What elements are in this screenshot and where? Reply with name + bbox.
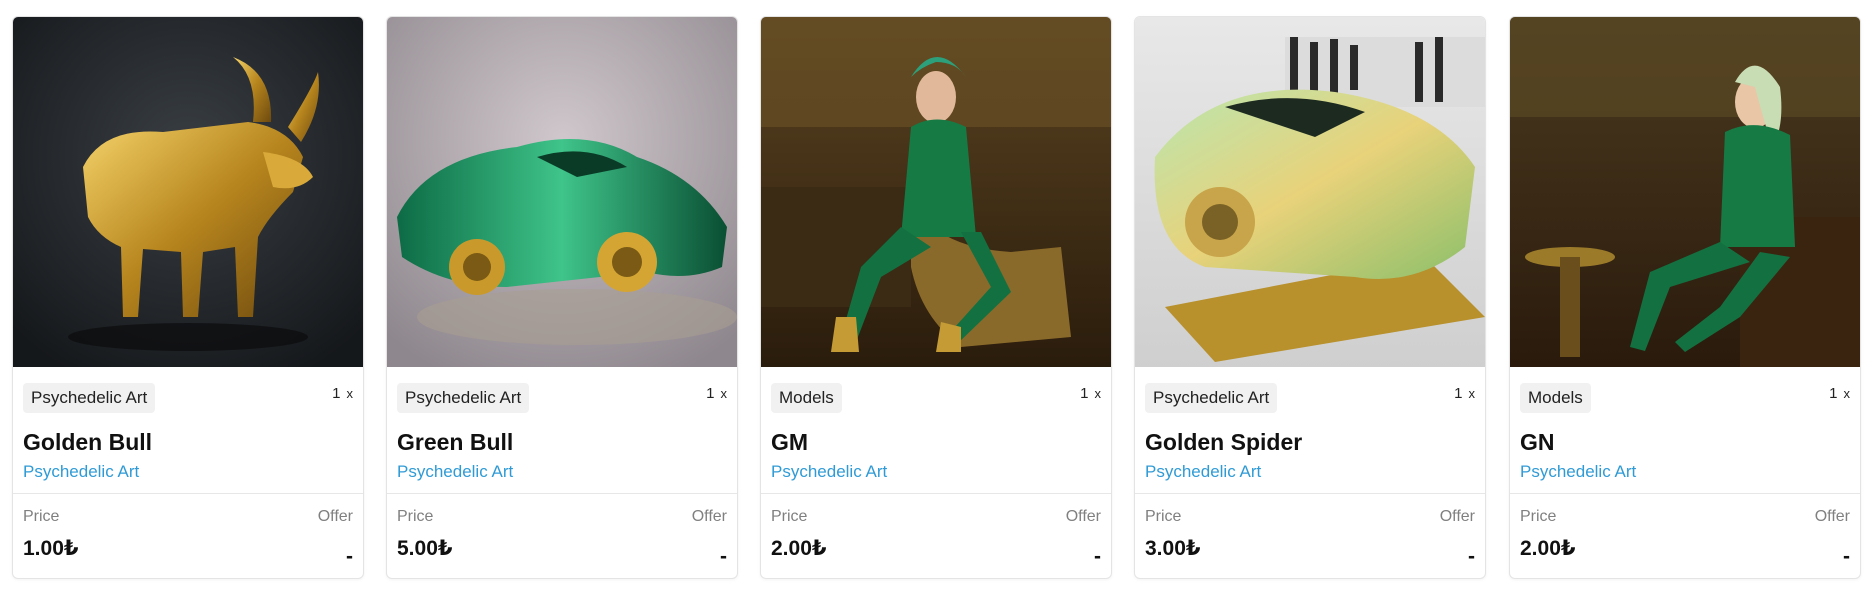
offer-value: - [1843, 545, 1850, 568]
offer-label: Offer [691, 508, 727, 525]
quantity-indicator: 1x [1454, 385, 1475, 402]
product-card[interactable]: Psychedelic Art 1x Golden Bull Psychedel… [12, 16, 364, 579]
price-label: Price [1145, 508, 1182, 525]
product-title[interactable]: Golden Bull [23, 429, 353, 456]
price-label: Price [397, 508, 434, 525]
price-value: 2.00₺ [771, 537, 827, 560]
product-card[interactable]: Psychedelic Art 1x Golden Spider Psyched… [1134, 16, 1486, 579]
green-suit-woman-image[interactable] [761, 17, 1111, 367]
offer-value: - [346, 545, 353, 568]
price-value: 2.00₺ [1520, 537, 1576, 560]
offer-value: - [720, 545, 727, 568]
product-grid: Psychedelic Art 1x Golden Bull Psychedel… [0, 0, 1875, 594]
product-card[interactable]: Models 1x GN Psychedelic Art Price Offer… [1509, 16, 1861, 579]
category-badge: Psychedelic Art [1145, 383, 1278, 413]
product-title[interactable]: Golden Spider [1145, 429, 1475, 456]
green-car-image[interactable] [387, 17, 737, 367]
category-badge: Psychedelic Art [397, 383, 530, 413]
quantity-indicator: 1x [1829, 385, 1850, 402]
collection-link[interactable]: Psychedelic Art [1145, 462, 1261, 482]
quantity-indicator: 1x [332, 385, 353, 402]
category-badge: Models [1520, 383, 1591, 413]
offer-value: - [1468, 545, 1475, 568]
pricing-section: Price Offer 2.00₺ - [761, 494, 1111, 578]
collection-link[interactable]: Psychedelic Art [1520, 462, 1636, 482]
collection-link[interactable]: Psychedelic Art [771, 462, 887, 482]
product-card[interactable]: Psychedelic Art 1x Green Bull Psychedeli… [386, 16, 738, 579]
pricing-section: Price Offer 5.00₺ - [387, 494, 737, 578]
price-value: 1.00₺ [23, 537, 79, 560]
pricing-section: Price Offer 3.00₺ - [1135, 494, 1485, 578]
quantity-indicator: 1x [1080, 385, 1101, 402]
offer-value: - [1094, 545, 1101, 568]
collection-link[interactable]: Psychedelic Art [397, 462, 513, 482]
quantity-indicator: 1x [706, 385, 727, 402]
price-label: Price [771, 508, 808, 525]
category-badge: Psychedelic Art [23, 383, 156, 413]
green-suit-model-bar-image[interactable] [1510, 17, 1860, 367]
offer-label: Offer [317, 508, 353, 525]
category-badge: Models [771, 383, 842, 413]
product-title[interactable]: Green Bull [397, 429, 727, 456]
price-label: Price [23, 508, 60, 525]
collection-link[interactable]: Psychedelic Art [23, 462, 139, 482]
pricing-section: Price Offer 2.00₺ - [1510, 494, 1860, 578]
offer-label: Offer [1439, 508, 1475, 525]
offer-label: Offer [1814, 508, 1850, 525]
golden-bull-image[interactable] [13, 17, 363, 367]
offer-label: Offer [1065, 508, 1101, 525]
product-title[interactable]: GN [1520, 429, 1850, 456]
price-value: 3.00₺ [1145, 537, 1201, 560]
product-card[interactable]: Models 1x GM Psychedelic Art Price Offer… [760, 16, 1112, 579]
pricing-section: Price Offer 1.00₺ - [13, 494, 363, 578]
price-value: 5.00₺ [397, 537, 453, 560]
golden-spider-car-image[interactable] [1135, 17, 1485, 367]
product-title[interactable]: GM [771, 429, 1101, 456]
price-label: Price [1520, 508, 1557, 525]
